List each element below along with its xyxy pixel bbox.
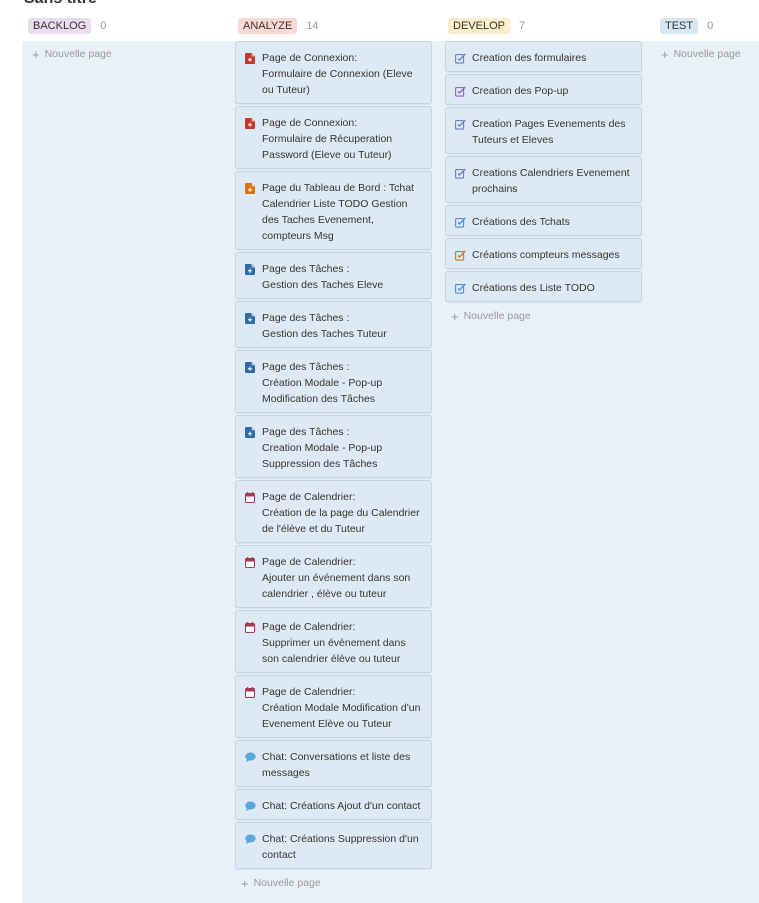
card-title: Creations Calendriers Evenement prochain… xyxy=(472,167,630,195)
calendar-icon xyxy=(245,492,255,503)
plus-icon: + xyxy=(661,46,669,62)
card-title: Chat: Conversations et liste des message… xyxy=(262,751,411,779)
column-header-backlog: BACKLOG 0 xyxy=(28,17,106,35)
calendar-icon xyxy=(245,622,255,633)
page-red-icon xyxy=(245,118,255,129)
board-card[interactable]: Créations compteurs messages xyxy=(445,238,642,269)
page-title: Sans titre xyxy=(24,0,97,8)
card-title: Page de Calendrier: Ajouter un événement… xyxy=(262,556,411,600)
card-list-develop: Creation des formulaires Creation des Pop… xyxy=(445,41,642,324)
card-count: 7 xyxy=(518,20,526,32)
page-blue-icon xyxy=(245,427,255,438)
new-page-label: Nouvelle page xyxy=(463,310,531,322)
board-card[interactable]: Creation Pages Evenements des Tuteurs et… xyxy=(445,107,642,154)
board-card[interactable]: Page du Tableau de Bord : Tchat Calendri… xyxy=(235,171,432,250)
column-header-test: TEST 0 xyxy=(660,17,713,35)
page-red-icon xyxy=(245,53,255,64)
board-card[interactable]: Chat: Créations Ajout d'un contact xyxy=(235,789,432,820)
plus-icon: + xyxy=(32,46,40,62)
card-title: Page des Tâches : Gestion des Taches Ele… xyxy=(262,263,384,291)
card-count: 0 xyxy=(707,20,714,32)
edit-checkbox-icon xyxy=(455,86,466,97)
card-title: Créations des Liste TODO xyxy=(472,282,595,294)
board-card[interactable]: Page de Connexion: Formulaire de Récuper… xyxy=(235,106,432,169)
new-page-button[interactable]: + Nouvelle page xyxy=(32,46,112,62)
card-title: Page de Connexion: Formulaire de Récuper… xyxy=(262,117,393,161)
board-card[interactable]: Chat: Conversations et liste des message… xyxy=(235,740,432,787)
card-title: Page de Calendrier: Supprimer un évèneme… xyxy=(262,621,406,665)
chat-bubble-icon xyxy=(245,801,256,812)
board-card[interactable]: Page des Tâches : Creation Modale - Pop-… xyxy=(235,415,432,478)
edit-checkbox-icon xyxy=(455,119,466,130)
board-card[interactable]: Creation des Pop-up xyxy=(445,74,642,105)
board-card[interactable]: Créations des Liste TODO xyxy=(445,271,642,302)
board-card[interactable]: Page de Calendrier: Création de la page … xyxy=(235,480,432,543)
chat-bubble-icon xyxy=(245,752,256,763)
card-title: Page des Tâches : Gestion des Taches Tut… xyxy=(262,312,387,340)
column-header-analyze: ANALYZE 14 xyxy=(238,17,319,35)
edit-checkbox-icon xyxy=(455,217,466,228)
card-title: Creation des Pop-up xyxy=(472,85,569,97)
card-title: Page de Connexion: Formulaire de Connexi… xyxy=(262,52,413,96)
card-title: Page des Tâches : Creation Modale - Pop-… xyxy=(262,426,383,470)
card-title: Page de Calendrier: Création de la page … xyxy=(262,491,420,535)
board-card[interactable]: Créations des Tchats xyxy=(445,205,642,236)
plus-icon: + xyxy=(451,308,459,324)
card-count: 0 xyxy=(100,20,107,32)
card-title: Créations compteurs messages xyxy=(472,249,620,261)
status-badge[interactable]: ANALYZE xyxy=(238,18,298,34)
board-card[interactable]: Page des Tâches : Gestion des Taches Ele… xyxy=(235,252,432,299)
status-badge[interactable]: TEST xyxy=(660,18,699,34)
board-card[interactable]: Page de Calendrier: Supprimer un évèneme… xyxy=(235,610,432,673)
column-header-develop: DEVELOP 7 xyxy=(448,17,525,35)
page-blue-icon xyxy=(245,264,255,275)
new-page-button[interactable]: + Nouvelle page xyxy=(445,308,642,324)
card-title: Page de Calendrier: Création Modale Modi… xyxy=(262,686,421,730)
card-title: Créations des Tchats xyxy=(472,216,570,228)
board-card[interactable]: Page de Connexion: Formulaire de Connexi… xyxy=(235,41,432,104)
board-card[interactable]: Chat: Créations Suppression d'un contact xyxy=(235,822,432,869)
card-title: Creation des formulaires xyxy=(472,52,587,64)
new-page-button[interactable]: + Nouvelle page xyxy=(661,46,741,62)
calendar-icon xyxy=(245,687,255,698)
edit-checkbox-icon xyxy=(455,283,466,294)
card-title: Page des Tâches : Création Modale - Pop-… xyxy=(262,361,383,405)
new-page-button[interactable]: + Nouvelle page xyxy=(235,875,432,891)
board-card[interactable]: Page des Tâches : Création Modale - Pop-… xyxy=(235,350,432,413)
status-badge[interactable]: BACKLOG xyxy=(28,18,92,34)
card-list-analyze: Page de Connexion: Formulaire de Connexi… xyxy=(235,41,432,891)
new-page-label: Nouvelle page xyxy=(253,877,321,889)
card-title: Creation Pages Evenements des Tuteurs et… xyxy=(472,118,626,146)
board-card[interactable]: Creations Calendriers Evenement prochain… xyxy=(445,156,642,203)
edit-checkbox-icon xyxy=(455,168,466,179)
card-title: Chat: Créations Ajout d'un contact xyxy=(262,800,421,812)
chat-bubble-icon xyxy=(245,834,256,845)
card-title: Chat: Créations Suppression d'un contact xyxy=(262,833,419,861)
new-page-label: Nouvelle page xyxy=(44,48,112,60)
edit-checkbox-icon xyxy=(455,53,466,64)
page-blue-icon xyxy=(245,362,255,373)
page-orange-icon xyxy=(245,183,255,194)
page-blue-icon xyxy=(245,313,255,324)
edit-checkbox-icon xyxy=(455,250,466,261)
calendar-icon xyxy=(245,557,255,568)
status-badge[interactable]: DEVELOP xyxy=(448,18,510,34)
board-card[interactable]: Page des Tâches : Gestion des Taches Tut… xyxy=(235,301,432,348)
board-card[interactable]: Page de Calendrier: Création Modale Modi… xyxy=(235,675,432,738)
card-count: 14 xyxy=(306,20,319,32)
new-page-label: Nouvelle page xyxy=(673,48,741,60)
plus-icon: + xyxy=(241,875,249,891)
card-title: Page du Tableau de Bord : Tchat Calendri… xyxy=(262,182,414,242)
board-card[interactable]: Creation des formulaires xyxy=(445,41,642,72)
board-card[interactable]: Page de Calendrier: Ajouter un événement… xyxy=(235,545,432,608)
